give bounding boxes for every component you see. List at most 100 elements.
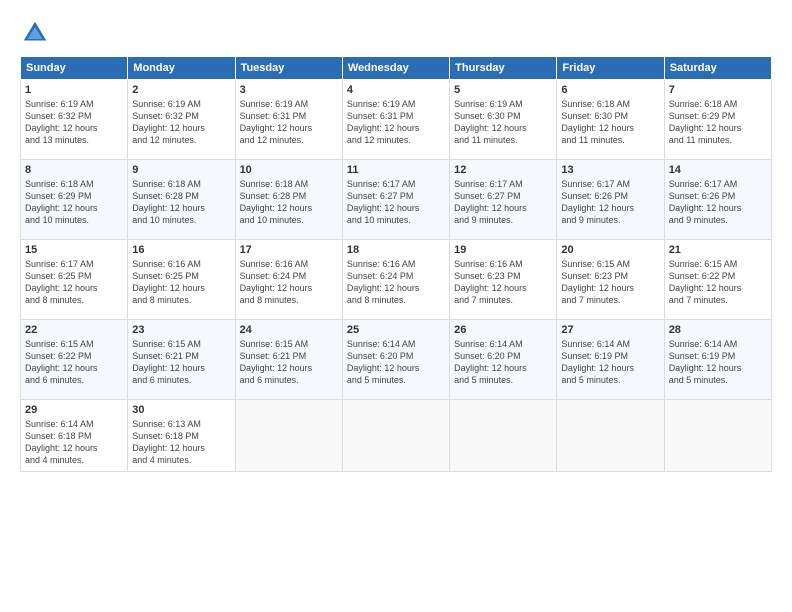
calendar-cell: 17 Sunrise: 6:16 AM Sunset: 6:24 PM Dayli… xyxy=(235,240,342,320)
calendar-week-3: 15 Sunrise: 6:17 AM Sunset: 6:25 PM Dayli… xyxy=(21,240,772,320)
calendar-cell: 1 Sunrise: 6:19 AM Sunset: 6:32 PM Daylig… xyxy=(21,80,128,160)
day-number: 23 xyxy=(132,324,230,336)
day-number: 13 xyxy=(561,164,659,176)
calendar-cell: 6Sunrise: 6:18 AM Sunset: 6:30 PM Daylig… xyxy=(557,80,664,160)
calendar-cell: 4 Sunrise: 6:19 AM Sunset: 6:31 PM Daylig… xyxy=(342,80,449,160)
day-number: 28 xyxy=(669,324,767,336)
weekday-header-monday: Monday xyxy=(128,57,235,80)
day-number: 7 xyxy=(669,84,767,96)
day-number: 29 xyxy=(25,404,123,416)
calendar-week-1: 1 Sunrise: 6:19 AM Sunset: 6:32 PM Daylig… xyxy=(21,80,772,160)
day-info: Sunrise: 6:18 AM Sunset: 6:28 PM Dayligh… xyxy=(132,178,230,227)
calendar-week-5: 29 Sunrise: 6:14 AM Sunset: 6:18 PM Dayli… xyxy=(21,400,772,472)
day-number: 21 xyxy=(669,244,767,256)
day-info: Sunrise: 6:16 AM Sunset: 6:23 PM Dayligh… xyxy=(454,258,552,307)
day-number: 25 xyxy=(347,324,445,336)
day-info: Sunrise: 6:19 AM Sunset: 6:30 PM Dayligh… xyxy=(454,98,552,147)
day-info: Sunrise: 6:14 AM Sunset: 6:18 PM Dayligh… xyxy=(25,418,123,467)
calendar-cell: 29 Sunrise: 6:14 AM Sunset: 6:18 PM Dayli… xyxy=(21,400,128,472)
day-info: Sunrise: 6:15 AM Sunset: 6:21 PM Dayligh… xyxy=(132,338,230,387)
day-info: Sunrise: 6:19 AM Sunset: 6:31 PM Dayligh… xyxy=(347,98,445,147)
day-info: Sunrise: 6:14 AM Sunset: 6:20 PM Dayligh… xyxy=(454,338,552,387)
calendar-cell: 26 Sunrise: 6:14 AM Sunset: 6:20 PM Dayli… xyxy=(450,320,557,400)
day-number: 4 xyxy=(347,84,445,96)
day-number: 20 xyxy=(561,244,659,256)
calendar-cell: 11 Sunrise: 6:17 AM Sunset: 6:27 PM Dayli… xyxy=(342,160,449,240)
logo xyxy=(20,18,54,48)
calendar-cell: 30 Sunrise: 6:13 AM Sunset: 6:18 PM Dayli… xyxy=(128,400,235,472)
calendar-cell: 16Sunrise: 6:16 AM Sunset: 6:25 PM Dayli… xyxy=(128,240,235,320)
calendar-cell: 8Sunrise: 6:18 AM Sunset: 6:29 PM Daylig… xyxy=(21,160,128,240)
header xyxy=(20,18,772,48)
weekday-header-sunday: Sunday xyxy=(21,57,128,80)
weekday-header-saturday: Saturday xyxy=(664,57,771,80)
day-number: 30 xyxy=(132,404,230,416)
day-number: 10 xyxy=(240,164,338,176)
weekday-header-wednesday: Wednesday xyxy=(342,57,449,80)
calendar-cell: 20 Sunrise: 6:15 AM Sunset: 6:23 PM Dayli… xyxy=(557,240,664,320)
calendar-cell: 14 Sunrise: 6:17 AM Sunset: 6:26 PM Dayli… xyxy=(664,160,771,240)
day-info: Sunrise: 6:15 AM Sunset: 6:22 PM Dayligh… xyxy=(25,338,123,387)
day-info: Sunrise: 6:17 AM Sunset: 6:26 PM Dayligh… xyxy=(561,178,659,227)
day-number: 8 xyxy=(25,164,123,176)
day-info: Sunrise: 6:17 AM Sunset: 6:27 PM Dayligh… xyxy=(347,178,445,227)
day-number: 9 xyxy=(132,164,230,176)
calendar-cell: 15 Sunrise: 6:17 AM Sunset: 6:25 PM Dayli… xyxy=(21,240,128,320)
calendar-cell xyxy=(342,400,449,472)
calendar-cell xyxy=(235,400,342,472)
day-info: Sunrise: 6:17 AM Sunset: 6:25 PM Dayligh… xyxy=(25,258,123,307)
calendar-cell: 19 Sunrise: 6:16 AM Sunset: 6:23 PM Dayli… xyxy=(450,240,557,320)
day-info: Sunrise: 6:14 AM Sunset: 6:19 PM Dayligh… xyxy=(669,338,767,387)
day-number: 19 xyxy=(454,244,552,256)
day-info: Sunrise: 6:15 AM Sunset: 6:23 PM Dayligh… xyxy=(561,258,659,307)
day-info: Sunrise: 6:19 AM Sunset: 6:32 PM Dayligh… xyxy=(25,98,123,147)
day-info: Sunrise: 6:16 AM Sunset: 6:24 PM Dayligh… xyxy=(347,258,445,307)
day-number: 17 xyxy=(240,244,338,256)
day-info: Sunrise: 6:17 AM Sunset: 6:27 PM Dayligh… xyxy=(454,178,552,227)
calendar-cell: 12 Sunrise: 6:17 AM Sunset: 6:27 PM Dayli… xyxy=(450,160,557,240)
calendar-cell: 2 Sunrise: 6:19 AM Sunset: 6:32 PM Daylig… xyxy=(128,80,235,160)
calendar-header-row: SundayMondayTuesdayWednesdayThursdayFrid… xyxy=(21,57,772,80)
day-number: 2 xyxy=(132,84,230,96)
calendar-week-4: 22Sunrise: 6:15 AM Sunset: 6:22 PM Dayli… xyxy=(21,320,772,400)
calendar-cell: 3Sunrise: 6:19 AM Sunset: 6:31 PM Daylig… xyxy=(235,80,342,160)
day-info: Sunrise: 6:13 AM Sunset: 6:18 PM Dayligh… xyxy=(132,418,230,467)
calendar-cell: 9 Sunrise: 6:18 AM Sunset: 6:28 PM Daylig… xyxy=(128,160,235,240)
day-number: 27 xyxy=(561,324,659,336)
day-info: Sunrise: 6:16 AM Sunset: 6:24 PM Dayligh… xyxy=(240,258,338,307)
calendar-cell: 24Sunrise: 6:15 AM Sunset: 6:21 PM Dayli… xyxy=(235,320,342,400)
calendar-cell: 22Sunrise: 6:15 AM Sunset: 6:22 PM Dayli… xyxy=(21,320,128,400)
calendar-cell xyxy=(557,400,664,472)
day-info: Sunrise: 6:18 AM Sunset: 6:30 PM Dayligh… xyxy=(561,98,659,147)
day-number: 15 xyxy=(25,244,123,256)
calendar-cell: 10 Sunrise: 6:18 AM Sunset: 6:28 PM Dayli… xyxy=(235,160,342,240)
day-info: Sunrise: 6:17 AM Sunset: 6:26 PM Dayligh… xyxy=(669,178,767,227)
day-number: 26 xyxy=(454,324,552,336)
day-number: 12 xyxy=(454,164,552,176)
calendar-week-2: 8Sunrise: 6:18 AM Sunset: 6:29 PM Daylig… xyxy=(21,160,772,240)
weekday-header-friday: Friday xyxy=(557,57,664,80)
logo-icon xyxy=(20,18,50,48)
day-number: 5 xyxy=(454,84,552,96)
calendar-cell: 18 Sunrise: 6:16 AM Sunset: 6:24 PM Dayli… xyxy=(342,240,449,320)
calendar-cell: 5 Sunrise: 6:19 AM Sunset: 6:30 PM Daylig… xyxy=(450,80,557,160)
day-info: Sunrise: 6:15 AM Sunset: 6:21 PM Dayligh… xyxy=(240,338,338,387)
day-number: 3 xyxy=(240,84,338,96)
day-info: Sunrise: 6:19 AM Sunset: 6:32 PM Dayligh… xyxy=(132,98,230,147)
day-number: 11 xyxy=(347,164,445,176)
day-number: 1 xyxy=(25,84,123,96)
page: SundayMondayTuesdayWednesdayThursdayFrid… xyxy=(0,0,792,612)
calendar-cell: 25 Sunrise: 6:14 AM Sunset: 6:20 PM Dayli… xyxy=(342,320,449,400)
weekday-header-tuesday: Tuesday xyxy=(235,57,342,80)
calendar-cell: 23 Sunrise: 6:15 AM Sunset: 6:21 PM Dayli… xyxy=(128,320,235,400)
day-info: Sunrise: 6:18 AM Sunset: 6:28 PM Dayligh… xyxy=(240,178,338,227)
day-number: 18 xyxy=(347,244,445,256)
calendar-cell xyxy=(450,400,557,472)
day-number: 16 xyxy=(132,244,230,256)
calendar-cell: 28 Sunrise: 6:14 AM Sunset: 6:19 PM Dayli… xyxy=(664,320,771,400)
day-number: 14 xyxy=(669,164,767,176)
day-info: Sunrise: 6:18 AM Sunset: 6:29 PM Dayligh… xyxy=(669,98,767,147)
calendar-cell: 7 Sunrise: 6:18 AM Sunset: 6:29 PM Daylig… xyxy=(664,80,771,160)
calendar-cell: 27Sunrise: 6:14 AM Sunset: 6:19 PM Dayli… xyxy=(557,320,664,400)
day-info: Sunrise: 6:14 AM Sunset: 6:20 PM Dayligh… xyxy=(347,338,445,387)
